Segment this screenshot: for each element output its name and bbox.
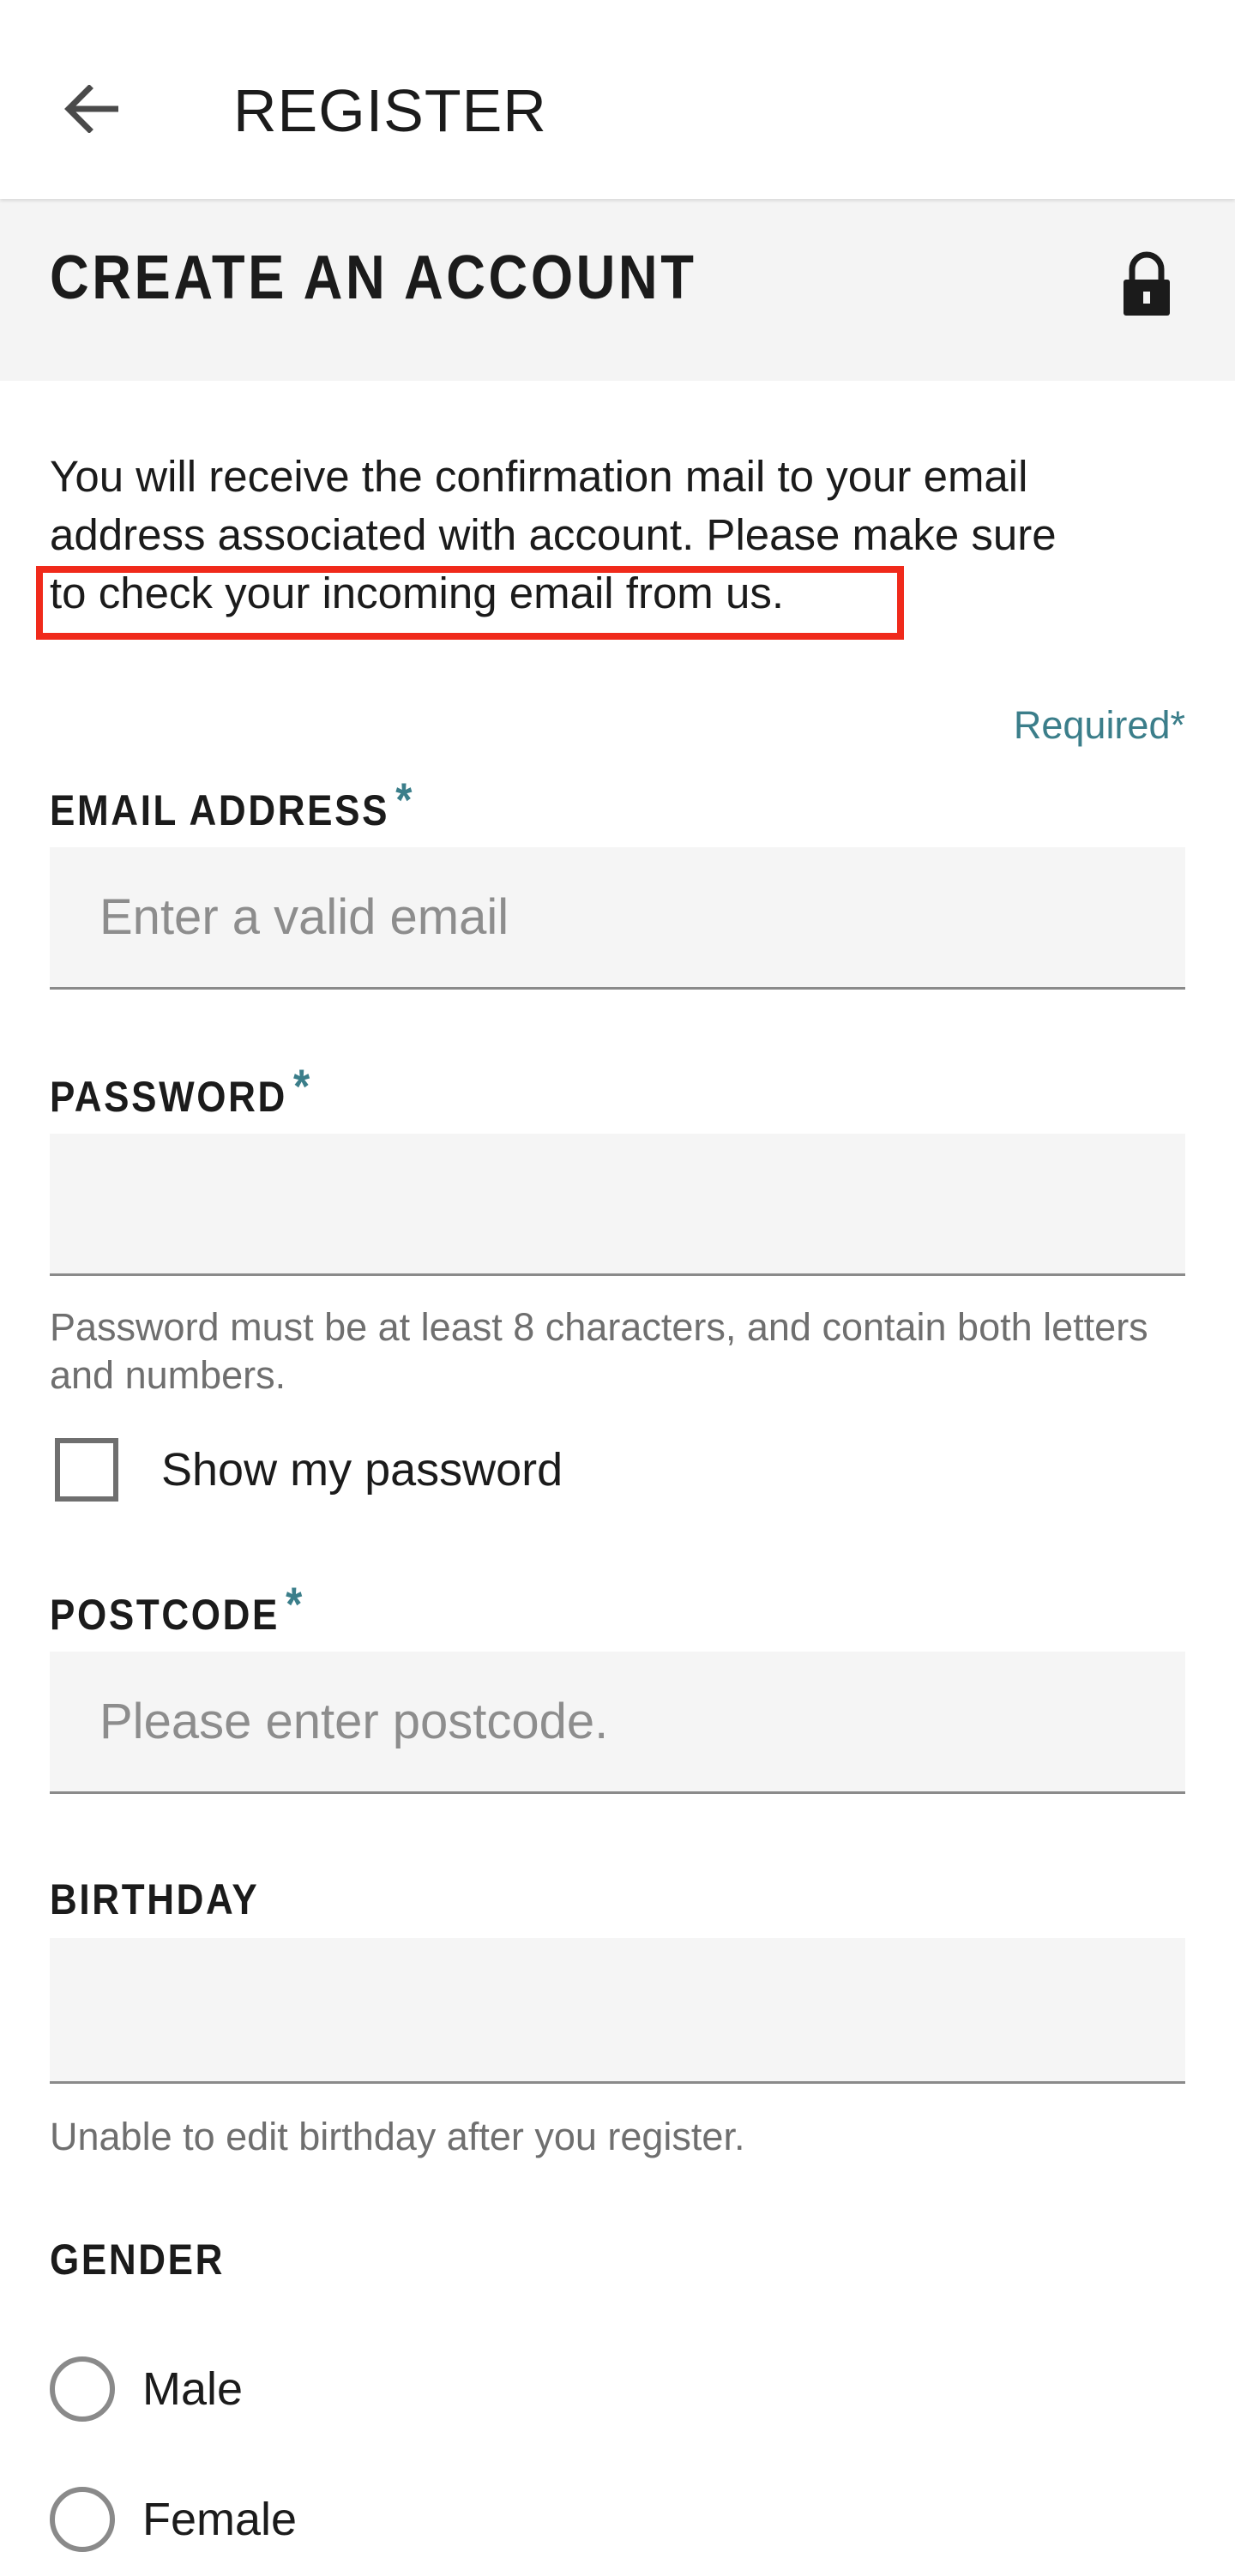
birthday-field[interactable]	[50, 1938, 1185, 2084]
confirmation-notice: You will receive the confirmation mail t…	[50, 448, 1199, 623]
email-field[interactable]	[50, 847, 1185, 990]
required-mark: *	[286, 1577, 304, 1631]
required-note: Required*	[1013, 703, 1185, 747]
radio-label: Male	[142, 2363, 244, 2415]
app-bar: REGISTER	[0, 0, 1235, 199]
radio-label: Female	[142, 2494, 298, 2545]
show-password-checkbox[interactable]: Show my password	[55, 1435, 563, 1504]
password-hint: Password must be at least 8 characters, …	[50, 1305, 1148, 1397]
postcode-field[interactable]	[50, 1652, 1185, 1794]
birthday-label-text: BIRTHDAY	[50, 1875, 260, 1923]
password-field[interactable]	[50, 1134, 1185, 1276]
checkbox-box[interactable]	[55, 1438, 118, 1502]
gender-label: GENDER	[50, 2230, 225, 2290]
gender-option-male[interactable]: Male	[50, 2355, 243, 2423]
required-mark: *	[395, 773, 415, 827]
email-label-text: EMAIL ADDRESS	[50, 786, 390, 834]
page-title: REGISTER	[233, 77, 547, 144]
show-password-label: Show my password	[161, 1444, 563, 1496]
notice-line: address associated with account. Please …	[50, 510, 1057, 559]
postcode-label: POSTCODE *	[50, 1577, 304, 1645]
lock-icon	[1124, 251, 1170, 316]
arrow-left-icon	[64, 85, 118, 133]
required-mark: *	[293, 1059, 312, 1113]
email-label: EMAIL ADDRESS *	[50, 773, 414, 840]
password-label-text: PASSWORD	[50, 1073, 287, 1121]
gender-option-female[interactable]: Female	[50, 2485, 297, 2554]
section-header: CREATE AN ACCOUNT	[0, 199, 1235, 381]
radio-button[interactable]	[50, 2356, 115, 2422]
section-title: CREATE AN ACCOUNT	[50, 244, 697, 312]
back-button[interactable]	[50, 74, 132, 144]
birthday-hint: Unable to edit birthday after you regist…	[50, 2115, 745, 2158]
password-label: PASSWORD *	[50, 1059, 312, 1127]
notice-line: You will receive the confirmation mail t…	[50, 452, 1028, 501]
gender-label-text: GENDER	[50, 2236, 226, 2284]
notice-line-highlighted: to check your incoming email from us.	[50, 569, 784, 617]
birthday-label: BIRTHDAY	[50, 1869, 259, 1929]
radio-button[interactable]	[50, 2487, 115, 2552]
postcode-label-text: POSTCODE	[50, 1591, 280, 1639]
